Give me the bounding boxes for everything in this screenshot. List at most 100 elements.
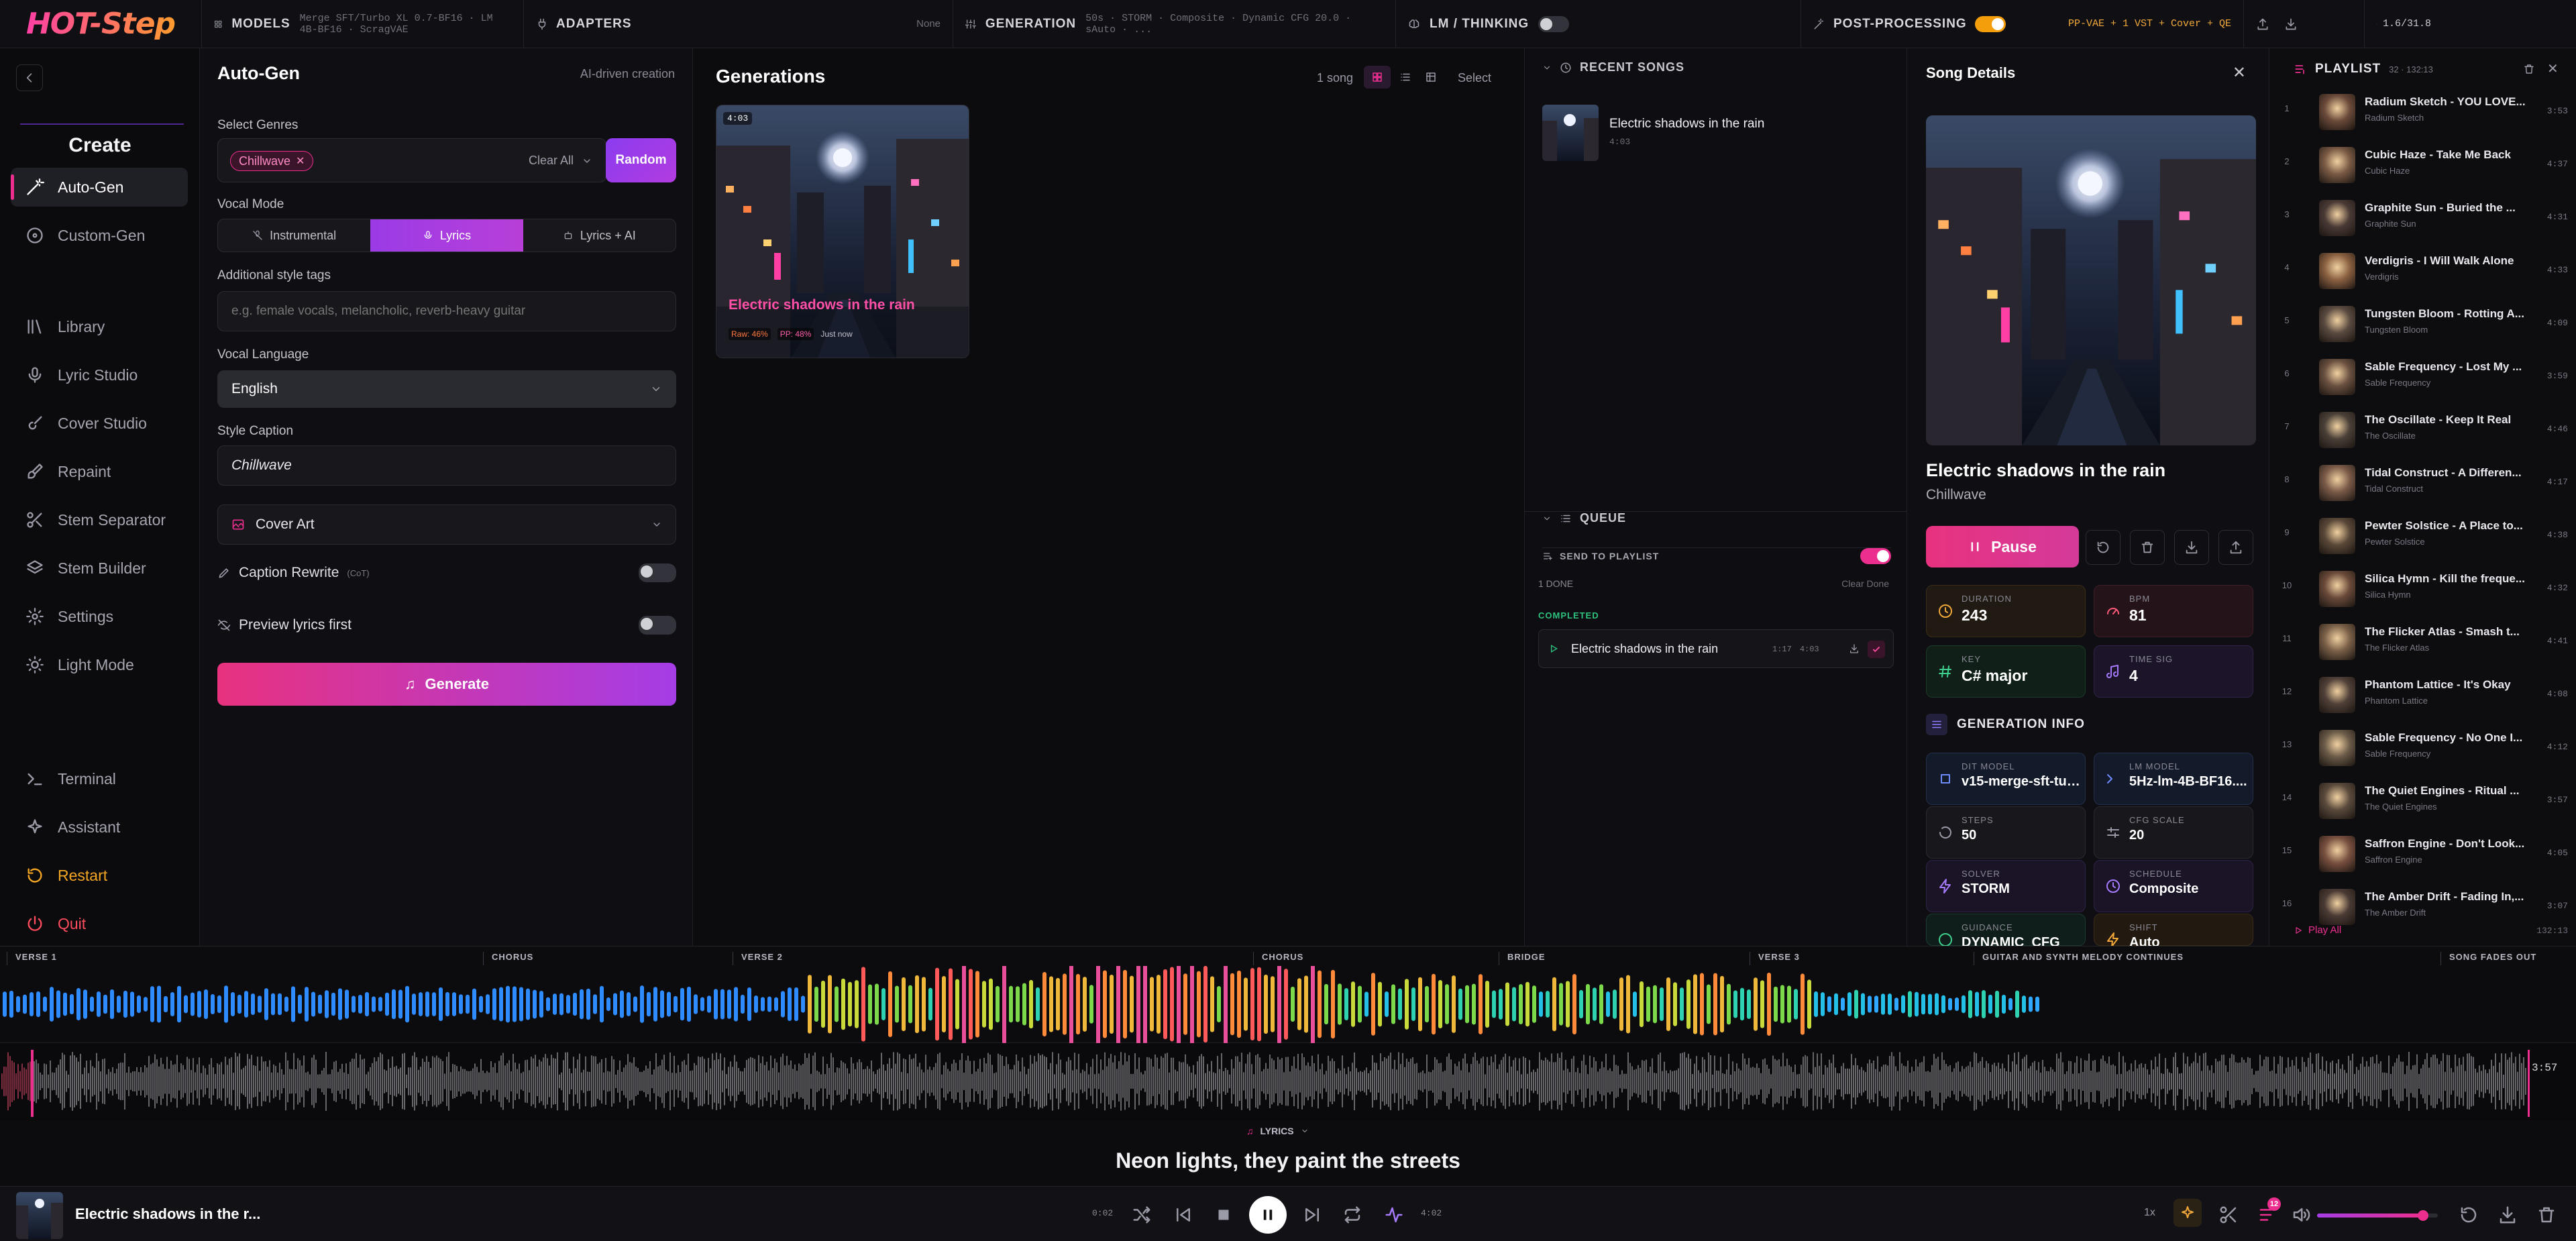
section-marker[interactable]: CHORUS [483, 952, 533, 965]
download-button[interactable] [2174, 530, 2209, 565]
sidebar-item-terminal[interactable]: Terminal [11, 759, 188, 798]
collapse-sidebar-button[interactable] [16, 64, 43, 91]
effects-button[interactable] [2174, 1199, 2202, 1227]
grid-view-button[interactable] [1364, 66, 1391, 89]
sidebar-item-library[interactable]: Library [11, 307, 188, 346]
section-marker[interactable]: VERSE 2 [733, 952, 783, 965]
playlist-item[interactable]: 5 Tungsten Bloom - Rotting A... Tungsten B… [2269, 298, 2576, 351]
section-marker[interactable]: SONG FADES OUT [2440, 952, 2536, 965]
section-marker[interactable]: VERSE 3 [1750, 952, 1800, 965]
delete-button[interactable] [2130, 530, 2165, 565]
preview-lyrics-toggle[interactable] [639, 616, 676, 635]
regenerate-button[interactable] [2086, 530, 2121, 565]
cover-art-accordion[interactable]: Cover Art [217, 504, 676, 545]
playlist-item[interactable]: 6 Sable Frequency - Lost My ... Sable Freq… [2269, 351, 2576, 404]
playlist-item[interactable]: 4 Verdigris - I Will Walk Alone Verdigris 4… [2269, 245, 2576, 298]
language-select[interactable]: English [217, 370, 676, 408]
download-icon[interactable] [2284, 17, 2298, 31]
export-icon[interactable] [2256, 17, 2269, 31]
lm-thinking-section[interactable]: LM / THINKING [1395, 0, 1801, 48]
visualizer-button[interactable] [1381, 1201, 1407, 1228]
sidebar-item-settings[interactable]: Settings [11, 597, 188, 636]
random-button[interactable]: Random [606, 138, 676, 182]
pause-button[interactable]: Pause [1926, 526, 2079, 568]
song-card[interactable]: 4:03 Electric shadows in the rain Raw: 4… [716, 105, 969, 358]
sidebar-item-cover-studio[interactable]: Cover Studio [11, 404, 188, 443]
play-pause-button[interactable] [1249, 1196, 1287, 1234]
player-thumbnail[interactable] [16, 1192, 63, 1239]
vocal-mode-lyrics-ai[interactable]: Lyrics + AI [523, 219, 676, 252]
volume-button[interactable] [2288, 1201, 2314, 1228]
playlist-item[interactable]: 8 Tidal Construct - A Differen... Tidal Co… [2269, 457, 2576, 510]
playlist-item[interactable]: 14 The Quiet Engines - Ritual ... The Quie… [2269, 775, 2576, 828]
sidebar-item-repaint[interactable]: Repaint [11, 452, 188, 491]
volume-knob[interactable] [2418, 1210, 2429, 1221]
models-section[interactable]: MODELS Merge SFT/Turbo XL 0.7-BF16 · LM … [201, 0, 523, 48]
queue-item[interactable]: Electric shadows in the rain 1:17 4:03 [1538, 629, 1894, 668]
caption-rewrite-toggle[interactable] [639, 563, 676, 582]
previous-button[interactable] [1170, 1201, 1197, 1228]
download-icon[interactable] [1849, 643, 1860, 654]
post-processing-toggle[interactable] [1974, 15, 2006, 32]
playlist-item[interactable]: 13 Sable Frequency - No One I... Sable Fre… [2269, 722, 2576, 775]
play-icon[interactable] [1548, 643, 1559, 654]
cut-button[interactable] [2215, 1201, 2242, 1228]
recent-song-item[interactable]: Electric shadows in the rain 4:03 [1542, 105, 1891, 162]
next-button[interactable] [1299, 1201, 1326, 1228]
lm-thinking-toggle[interactable] [1538, 15, 1570, 32]
sidebar-item-light-mode[interactable]: Light Mode [11, 645, 188, 684]
close-icon[interactable]: ✕ [2547, 60, 2559, 77]
section-marker[interactable]: VERSE 1 [7, 952, 57, 965]
genre-chip[interactable]: Chillwave ✕ [230, 151, 314, 171]
sidebar-item-lyric-studio[interactable]: Lyric Studio [11, 356, 188, 394]
style-tags-input[interactable] [217, 291, 676, 331]
section-marker[interactable]: BRIDGE [1499, 952, 1546, 965]
genre-selector[interactable]: Chillwave ✕ Clear All [217, 138, 606, 182]
vocal-mode-lyrics[interactable]: Lyrics [370, 219, 523, 252]
playlist-item[interactable]: 7 The Oscillate - Keep It Real The Oscilla… [2269, 404, 2576, 457]
playback-speed[interactable]: 1x [2144, 1207, 2155, 1219]
sidebar-item-stem-builder[interactable]: Stem Builder [11, 549, 188, 588]
playlist-item[interactable]: 3 Graphite Sun - Buried the ... Graphite S… [2269, 192, 2576, 245]
playlist-item[interactable]: 12 Phantom Lattice - It's Okay Phantom Lat… [2269, 669, 2576, 722]
remove-chip-icon[interactable]: ✕ [296, 154, 305, 168]
sidebar-item-assistant[interactable]: Assistant [11, 808, 188, 847]
share-button[interactable] [2218, 530, 2253, 565]
delete-button[interactable] [2533, 1201, 2560, 1228]
send-to-playlist-toggle[interactable] [1860, 548, 1891, 564]
style-caption-input[interactable]: Chillwave [217, 445, 676, 486]
sidebar-item-quit[interactable]: Quit [11, 904, 188, 943]
generate-button[interactable]: ♫ Generate [217, 663, 676, 706]
post-processing-section[interactable]: POST-PROCESSING PP-VAE + 1 VST + Cover +… [1801, 0, 2243, 48]
playlist-item[interactable]: 2 Cubic Haze - Take Me Back Cubic Haze 4:37 [2269, 139, 2576, 192]
sidebar-item-auto-gen[interactable]: Auto-Gen [11, 168, 188, 207]
clear-all-button[interactable]: Clear All [529, 154, 592, 168]
recent-songs-header[interactable]: RECENT SONGS [1542, 60, 1684, 74]
repeat-button[interactable] [1339, 1201, 1366, 1228]
table-view-button[interactable] [1419, 66, 1443, 89]
volume-slider[interactable] [2317, 1210, 2438, 1221]
vocal-mode-instrumental[interactable]: Instrumental [218, 219, 370, 252]
section-marker[interactable]: CHORUS [1253, 952, 1303, 965]
waveform-overview[interactable]: 3:57 [0, 1043, 2576, 1120]
select-button[interactable]: Select [1458, 71, 1491, 85]
playhead[interactable] [31, 1050, 34, 1117]
lyrics-toggle[interactable]: ♫ LYRICS [1246, 1126, 1309, 1136]
playlist-item[interactable]: 11 The Flicker Atlas - Smash t... The Flic… [2269, 616, 2576, 669]
play-all-button[interactable]: Play All [2294, 924, 2341, 936]
adapters-section[interactable]: ADAPTERS None [523, 0, 953, 48]
playlist-item[interactable]: 1 Radium Sketch - YOU LOVE... Radium Sketc… [2269, 86, 2576, 139]
sidebar-item-custom-gen[interactable]: Custom-Gen [11, 216, 188, 255]
stop-button[interactable] [1210, 1201, 1237, 1228]
list-view-button[interactable] [1393, 66, 1417, 89]
playlist-item[interactable]: 9 Pewter Solstice - A Place to... Pewter S… [2269, 510, 2576, 563]
section-marker[interactable]: GUITAR AND SYNTH MELODY CONTINUES [1974, 952, 2184, 965]
playlist-item[interactable]: 10 Silica Hymn - Kill the freque... Silica… [2269, 563, 2576, 616]
download-button[interactable] [2494, 1201, 2521, 1228]
sidebar-item-restart[interactable]: Restart [11, 856, 188, 895]
shuffle-button[interactable] [1128, 1201, 1155, 1228]
sidebar-item-stem-separator[interactable]: Stem Separator [11, 500, 188, 539]
loop-button[interactable] [2455, 1201, 2482, 1228]
playlist-item[interactable]: 15 Saffron Engine - Don't Look... Saffron … [2269, 828, 2576, 881]
generation-section[interactable]: GENERATION 50s · STORM · Composite · Dyn… [953, 0, 1395, 48]
